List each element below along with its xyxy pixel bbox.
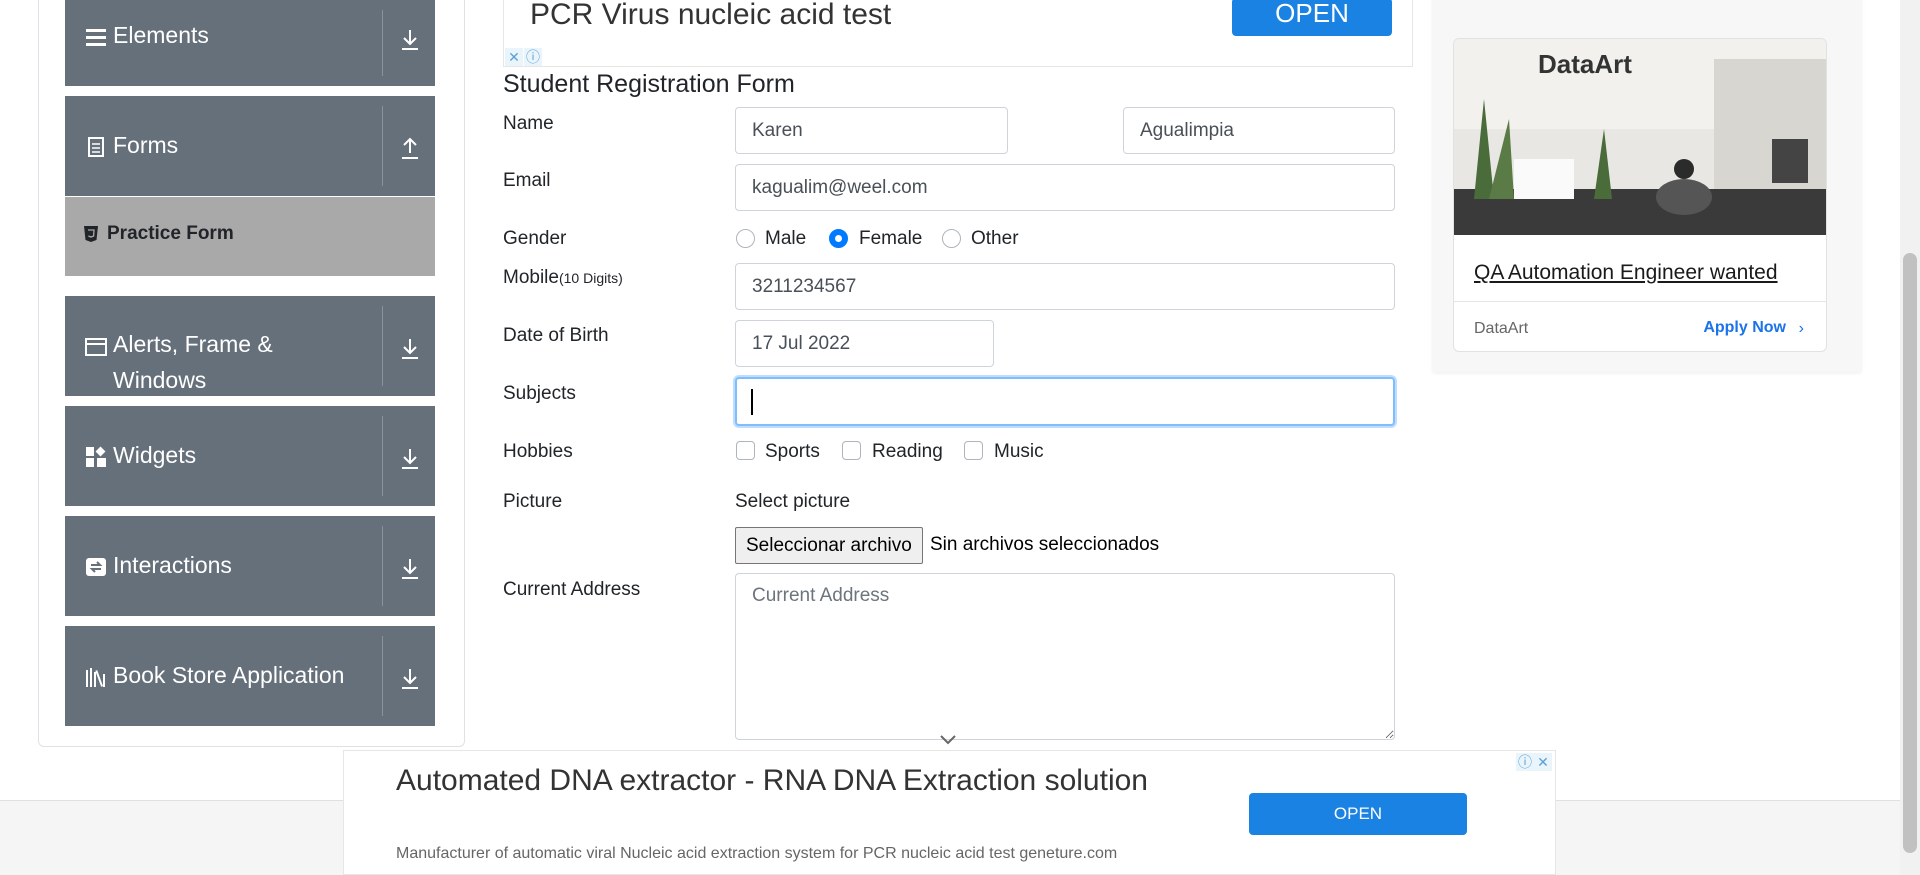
ad-apply-button[interactable]: Apply Now xyxy=(1703,319,1786,337)
download-arrow-icon[interactable] xyxy=(395,334,425,364)
bottom-ad-banner[interactable]: Automated DNA extractor - RNA DNA Extrac… xyxy=(343,750,1556,875)
ad-title: Automated DNA extractor - RNA DNA Extrac… xyxy=(396,764,1148,797)
gender-female-label[interactable]: Female xyxy=(859,228,922,250)
download-arrow-icon[interactable] xyxy=(395,444,425,474)
right-ad[interactable]: ⓘ ✕ DataArt QA Automation Engineer wante… xyxy=(1433,0,1861,372)
gender-male-label[interactable]: Male xyxy=(765,228,806,250)
gender-other-label[interactable]: Other xyxy=(971,228,1019,250)
sidebar-group-forms[interactable]: Forms xyxy=(65,96,435,196)
scrollbar[interactable] xyxy=(1900,0,1920,875)
name-label: Name xyxy=(503,113,554,134)
last-name-input[interactable]: Agualimpia xyxy=(1123,107,1395,154)
sidebar-group-label: Interactions xyxy=(113,552,232,578)
divider xyxy=(1454,301,1826,302)
sidebar-group-alerts[interactable]: Alerts, Frame & Windows xyxy=(65,296,435,396)
interactions-icon xyxy=(86,558,106,576)
ad-close-icon[interactable]: ✕ xyxy=(505,48,523,66)
widgets-icon xyxy=(86,446,106,467)
office-photo-image xyxy=(1454,39,1826,235)
address-label: Current Address xyxy=(503,579,641,600)
hobby-reading-checkbox[interactable] xyxy=(842,441,861,460)
divider xyxy=(382,306,383,386)
subjects-label: Subjects xyxy=(503,383,576,404)
mobile-label-text: Mobile xyxy=(503,267,559,288)
first-name-input[interactable]: Karen xyxy=(735,107,1008,154)
current-address-textarea[interactable] xyxy=(735,573,1395,740)
ad-info-icon[interactable]: ⓘ xyxy=(1516,753,1534,771)
sidebar-group-label: Elements xyxy=(113,22,209,48)
email-label: Email xyxy=(503,170,551,191)
ad-headline[interactable]: QA Automation Engineer wanted xyxy=(1474,261,1778,285)
download-arrow-icon[interactable] xyxy=(395,664,425,694)
scrollbar-thumb[interactable] xyxy=(1903,253,1917,853)
ad-advertiser: DataArt xyxy=(1474,320,1529,337)
divider xyxy=(382,416,383,496)
hobby-sports-checkbox[interactable] xyxy=(736,441,755,460)
sidebar-group-label: Book Store Application xyxy=(113,662,345,688)
ad-info-icon[interactable]: ⓘ xyxy=(524,48,542,66)
ad-text: PCR Virus nucleic acid test xyxy=(530,0,892,31)
chevron-down-icon[interactable] xyxy=(938,733,958,747)
hobby-reading-label[interactable]: Reading xyxy=(872,441,943,463)
ad-brand-logo: DataArt xyxy=(1538,49,1632,79)
picture-label: Picture xyxy=(503,491,563,512)
form-title: Student Registration Form xyxy=(503,70,795,98)
sidebar-group-elements[interactable]: Elements xyxy=(65,0,435,86)
hamburger-icon xyxy=(86,29,106,46)
ad-close-icon[interactable]: ✕ xyxy=(1534,753,1552,771)
download-arrow-icon[interactable] xyxy=(395,554,425,584)
dob-label: Date of Birth xyxy=(503,325,609,346)
divider xyxy=(382,636,383,716)
dob-input[interactable]: 17 Jul 2022 xyxy=(735,320,994,367)
gender-male-radio[interactable] xyxy=(736,229,755,248)
mobile-label: Mobile(10 Digits) xyxy=(503,267,623,289)
ad-open-button[interactable]: OPEN xyxy=(1232,0,1392,36)
ad-open-button[interactable]: OPEN xyxy=(1249,793,1467,835)
file-status: Sin archivos seleccionados xyxy=(930,534,1160,555)
html5-icon xyxy=(84,226,98,242)
mobile-hint: (10 Digits) xyxy=(558,270,623,286)
sidebar-group-label: Widgets xyxy=(113,442,197,468)
hobby-music-checkbox[interactable] xyxy=(964,441,983,460)
office-photo: DataArt xyxy=(1454,39,1826,235)
document-icon xyxy=(88,137,104,157)
divider xyxy=(382,10,383,76)
text-caret xyxy=(751,389,753,415)
hobbies-label: Hobbies xyxy=(503,441,573,462)
download-arrow-icon[interactable] xyxy=(395,25,425,55)
upload-arrow-icon[interactable] xyxy=(395,134,425,164)
gender-other-radio[interactable] xyxy=(942,229,961,248)
window-icon xyxy=(85,338,107,356)
email-input[interactable]: kagualim@weel.com xyxy=(735,164,1395,211)
hobby-sports-label[interactable]: Sports xyxy=(765,441,820,463)
gender-label: Gender xyxy=(503,228,567,249)
divider xyxy=(382,526,383,606)
gender-female-radio[interactable] xyxy=(829,229,848,248)
sidebar-group-label: Forms xyxy=(113,132,179,158)
mobile-input[interactable]: 3211234567 xyxy=(735,263,1395,310)
ad-card[interactable]: DataArt QA Automation Engineer wanted Da… xyxy=(1453,38,1827,352)
hobby-music-label[interactable]: Music xyxy=(994,441,1044,463)
ad-description: Manufacturer of automatic viral Nucleic … xyxy=(396,845,1118,862)
books-icon xyxy=(86,668,105,687)
choose-file-button[interactable]: Seleccionar archivo xyxy=(735,527,923,564)
select-picture-label: Select picture xyxy=(735,491,851,512)
sidebar-item-practice-form[interactable]: Practice Form xyxy=(65,197,435,276)
sidebar-group-interactions[interactable]: Interactions xyxy=(65,516,435,616)
sidebar-item-label: Practice Form xyxy=(107,223,234,244)
sidebar-group-book-store[interactable]: Book Store Application xyxy=(65,626,435,726)
top-ad-banner[interactable]: PCR Virus nucleic acid test OPEN xyxy=(503,0,1413,67)
divider xyxy=(382,106,383,186)
chevron-right-icon[interactable]: › xyxy=(1799,320,1804,338)
sidebar-group-label: Alerts, Frame & Windows xyxy=(113,331,273,393)
subjects-input[interactable] xyxy=(735,377,1395,426)
sidebar-group-widgets[interactable]: Widgets xyxy=(65,406,435,506)
